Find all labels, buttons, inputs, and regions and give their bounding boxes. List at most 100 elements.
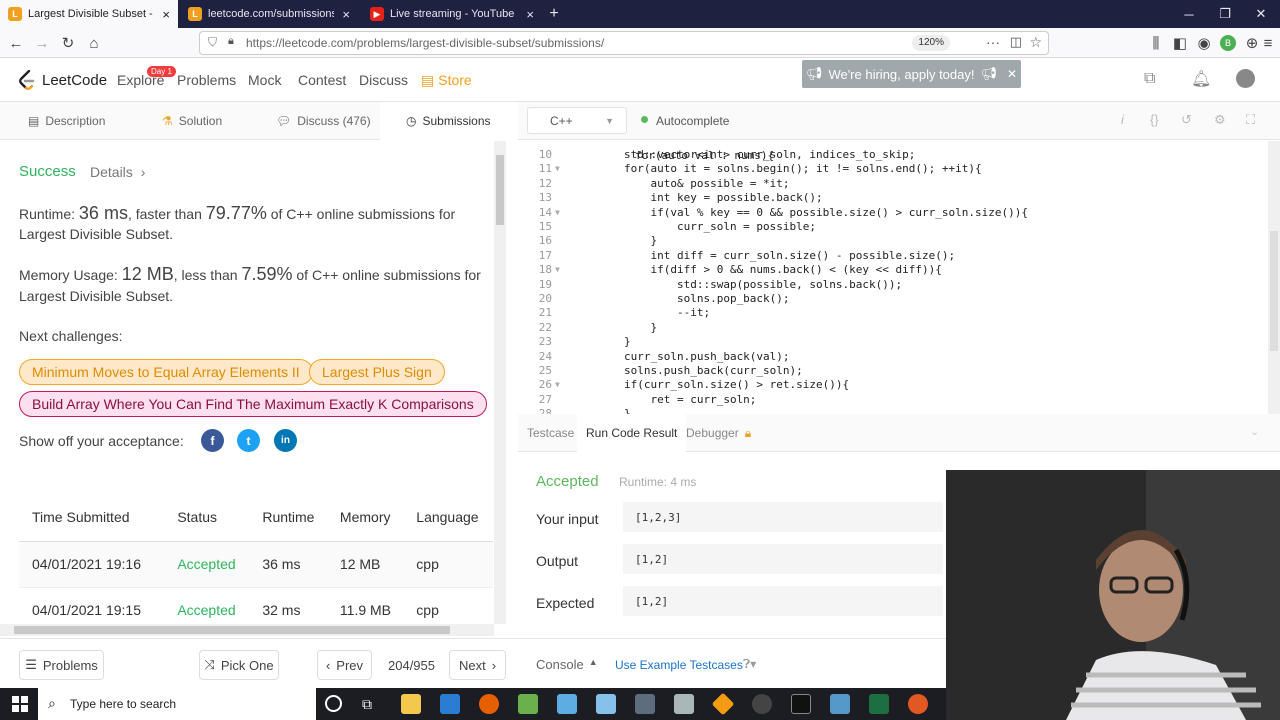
facebook-icon[interactable]: f	[201, 429, 224, 452]
shield-icon[interactable]: ⛉	[208, 35, 217, 50]
back-icon[interactable]: ←	[5, 32, 27, 54]
tab-discuss[interactable]: 💬︎ Discuss (476)	[276, 102, 371, 140]
linkedin-icon[interactable]: in	[274, 429, 297, 452]
tab-description[interactable]: ▤ Description	[28, 102, 105, 140]
close-tab-icon[interactable]: ×	[526, 7, 534, 22]
twitter-icon[interactable]: t	[237, 429, 260, 452]
terminal-icon[interactable]	[791, 694, 811, 714]
firefox-icon[interactable]	[479, 694, 499, 714]
app-icon[interactable]	[557, 694, 577, 714]
bell-icon[interactable]: 🔔︎	[1191, 69, 1211, 89]
code-line[interactable]: 21 --it;	[518, 306, 1268, 321]
browser-tab-youtube[interactable]: ▶ Live streaming - YouTube Stud ×	[362, 0, 542, 28]
autocomplete-toggle[interactable]: Autocomplete	[656, 114, 729, 128]
challenge-pill[interactable]: Minimum Moves to Equal Array Elements II	[19, 359, 313, 385]
code-line[interactable]: 26 ▼ if(curr_soln.size() > ret.size()){	[518, 378, 1268, 393]
code-line[interactable]: 11 ▼ for(auto it = solns.begin(); it != s…	[518, 162, 1268, 177]
pocket-icon[interactable]: ◫	[1010, 34, 1022, 50]
close-window-icon[interactable]: ✕	[1244, 0, 1278, 28]
scrollbar-thumb[interactable]	[1270, 231, 1278, 351]
challenge-pill[interactable]: Build Array Where You Can Find The Maxim…	[19, 391, 487, 417]
code-line[interactable]: 23 }	[518, 335, 1268, 350]
code-line[interactable]: 18 ▼ if(diff > 0 && nums.back() < (key <<…	[518, 263, 1268, 278]
nav-discuss[interactable]: Discuss	[359, 72, 408, 88]
fold-arrow-icon[interactable]: ▼	[555, 263, 560, 278]
snip-icon[interactable]	[830, 694, 850, 714]
obs-icon[interactable]	[752, 694, 772, 714]
code-line[interactable]: 10 std::vector<int> curr_soln, indices_t…	[518, 148, 1268, 163]
editor-scrollbar[interactable]	[1268, 141, 1280, 414]
windows-start-icon[interactable]	[12, 696, 28, 712]
fold-arrow-icon[interactable]: ▼	[555, 162, 560, 177]
menu-icon[interactable]: ≡	[1257, 32, 1279, 54]
tab-testcase[interactable]: Testcase	[527, 414, 574, 452]
scrollbar-thumb[interactable]	[496, 155, 504, 225]
close-tab-icon[interactable]: ×	[162, 7, 170, 22]
collapse-icon[interactable]: ⌄	[1250, 425, 1259, 438]
excel-icon[interactable]	[869, 694, 889, 714]
reload-icon[interactable]: ↻	[57, 32, 79, 54]
maximize-icon[interactable]: ❐	[1208, 0, 1242, 28]
file-explorer-icon[interactable]	[401, 694, 421, 714]
tab-solution[interactable]: ⚗ Solution	[162, 102, 222, 140]
close-banner-icon[interactable]: ✕	[1007, 67, 1017, 81]
code-line[interactable]: 19 std::swap(possible, solns.back());	[518, 278, 1268, 293]
home-icon[interactable]: ⌂	[83, 32, 105, 54]
vscode-icon[interactable]	[440, 694, 460, 714]
language-select[interactable]: C++ ▼	[527, 107, 627, 134]
account-icon[interactable]: ◉	[1193, 32, 1215, 54]
extension-avatar-icon[interactable]: B	[1217, 32, 1239, 54]
url-bar[interactable]: ⛉ 🔒︎ https://leetcode.com/problems/large…	[199, 31, 1049, 55]
challenge-pill[interactable]: Largest Plus Sign	[309, 359, 445, 385]
info-icon[interactable]: i	[1121, 112, 1124, 127]
notepadpp-icon[interactable]	[518, 694, 538, 714]
code-line[interactable]: 20 solns.pop_back();	[518, 292, 1268, 307]
hiring-banner[interactable]: 📢︎ We're hiring, apply today! 📢︎ ✕	[802, 60, 1021, 88]
scrollbar-thumb[interactable]	[14, 626, 450, 634]
braces-icon[interactable]: {}	[1150, 112, 1159, 127]
help-icon[interactable]: ❓︎▾	[743, 657, 756, 672]
nav-mock[interactable]: Mock	[248, 72, 281, 88]
taskbar-search-input[interactable]: ⌕ Type here to search	[38, 688, 316, 720]
table-row[interactable]: 04/01/2021 19:16 Accepted 36 ms 12 MB cp…	[19, 541, 493, 588]
ubuntu-icon[interactable]	[908, 694, 928, 714]
code-line[interactable]: 25 solns.push_back(curr_soln);	[518, 364, 1268, 379]
new-tab-button[interactable]: +	[542, 0, 566, 28]
reset-icon[interactable]: ↺	[1181, 112, 1192, 128]
leetcode-logo[interactable]: LeetCode	[18, 70, 107, 90]
forward-icon[interactable]: →	[31, 32, 53, 54]
network-icon[interactable]	[635, 694, 655, 714]
sidebar-icon[interactable]: ◧	[1169, 32, 1191, 54]
code-line[interactable]: 13 int key = possible.back();	[518, 191, 1268, 206]
nav-problems[interactable]: Problems	[177, 72, 236, 88]
details-link[interactable]: Details ›	[90, 164, 145, 180]
cell-status[interactable]: Accepted	[164, 541, 250, 588]
zoom-level[interactable]: 120%	[912, 35, 950, 51]
problems-list-button[interactable]: ☰ Problems	[19, 650, 104, 680]
url-text[interactable]: https://leetcode.com/problems/largest-di…	[246, 36, 604, 50]
console-toggle[interactable]: Console ▲	[536, 657, 598, 672]
more-actions-icon[interactable]: ···	[986, 34, 1000, 50]
code-line[interactable]: 12 auto& possible = *it;	[518, 177, 1268, 192]
tab-run-code-result[interactable]: Run Code Result	[577, 414, 687, 452]
fullscreen-icon[interactable]: ⛶	[1246, 112, 1255, 128]
tab-debugger[interactable]: Debugger 🔒︎	[686, 414, 751, 452]
code-line[interactable]: 14 ▼ if(val % key == 0 && possible.size()…	[518, 206, 1268, 221]
nav-contest[interactable]: Contest	[298, 72, 346, 88]
browser-tab-leetcode[interactable]: L Largest Divisible Subset - LeetC ×	[0, 0, 178, 28]
tab-submissions[interactable]: ◷ Submissions	[380, 102, 510, 140]
code-line[interactable]: 24 curr_soln.push_back(val);	[518, 350, 1268, 365]
code-line[interactable]: 16 }	[518, 234, 1268, 249]
git-icon[interactable]	[711, 692, 735, 716]
settings-icon[interactable]: ⚙	[1214, 112, 1226, 128]
minimize-icon[interactable]: ─	[1172, 0, 1206, 28]
task-view-icon[interactable]: ⧉	[362, 696, 372, 713]
code-line[interactable]: 27 ret = curr_soln;	[518, 393, 1268, 408]
lock-icon[interactable]: 🔒︎	[228, 35, 234, 48]
code-line[interactable]: 28 }	[518, 407, 1268, 414]
browser-tab-submissions[interactable]: L leetcode.com/submissions/de ×	[180, 0, 358, 28]
library-icon[interactable]: ⫼	[1145, 32, 1167, 54]
user-avatar-icon[interactable]	[1236, 69, 1255, 88]
horizontal-scrollbar[interactable]	[0, 624, 494, 636]
fold-arrow-icon[interactable]: ▼	[555, 206, 560, 221]
